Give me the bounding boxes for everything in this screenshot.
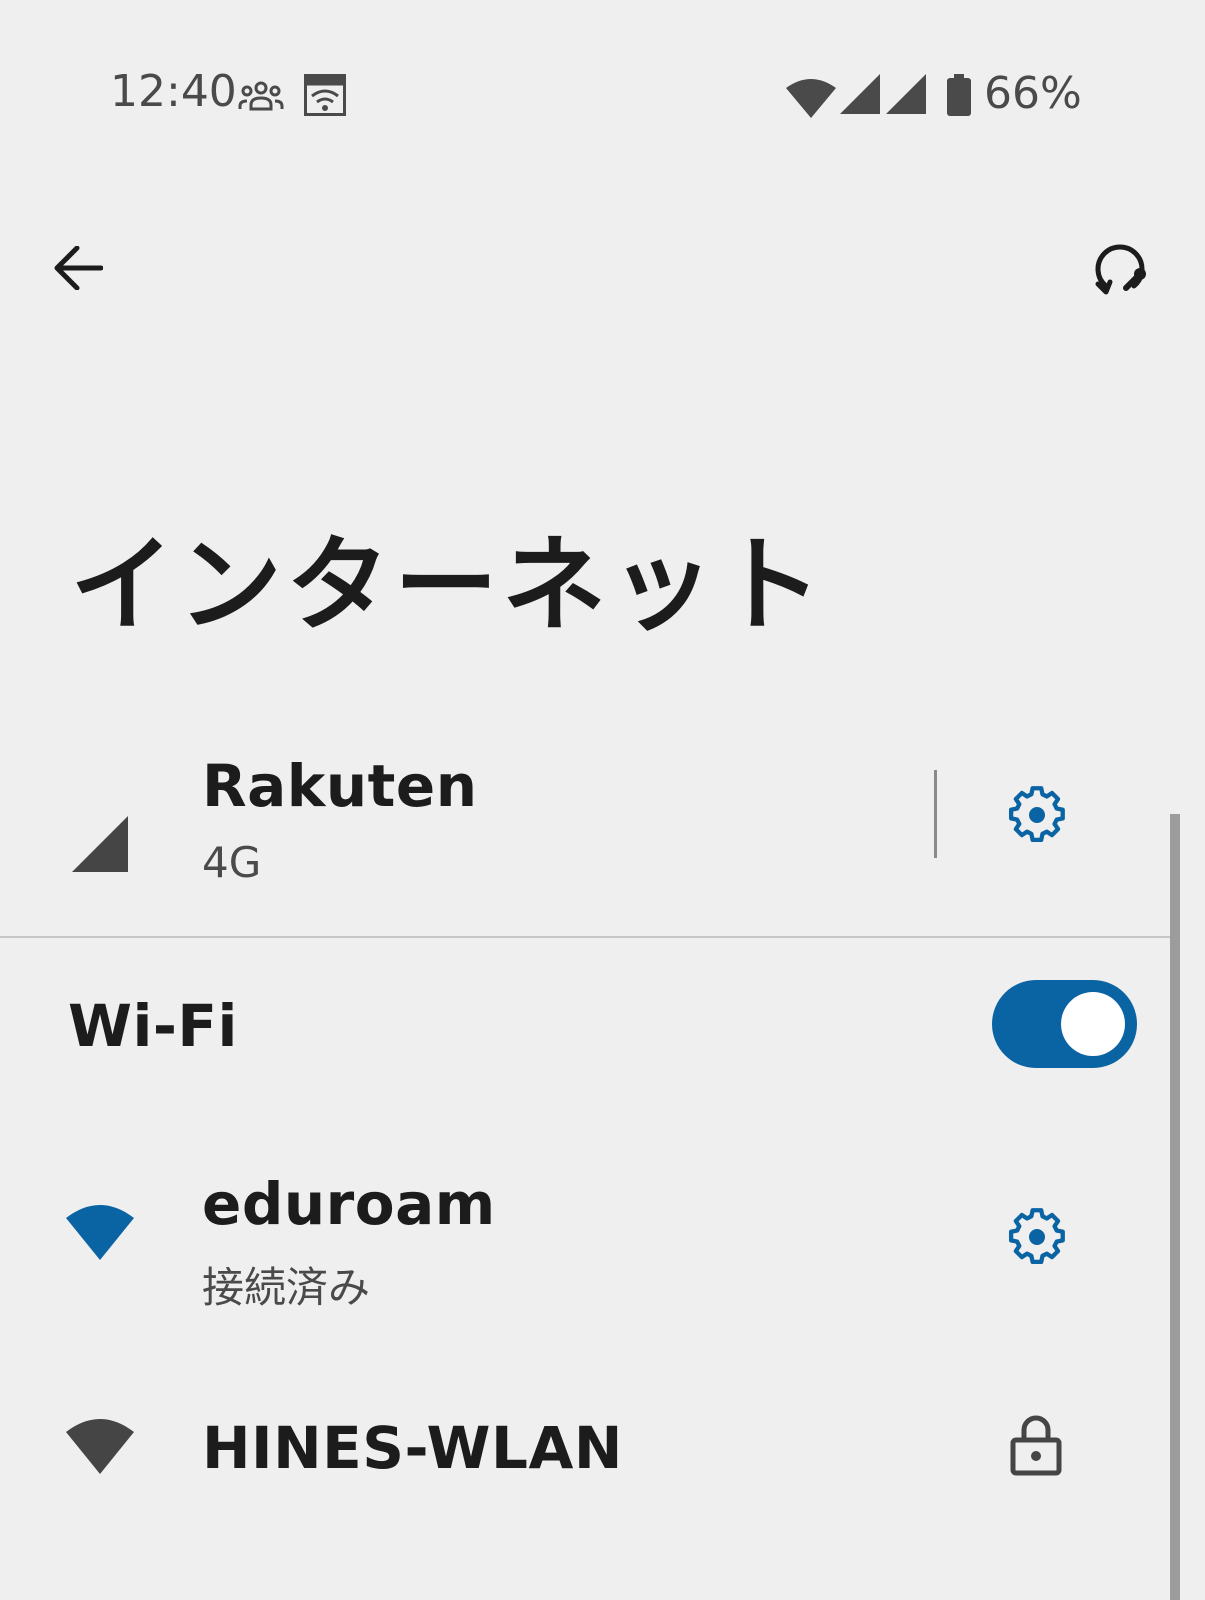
- back-button[interactable]: [40, 230, 116, 306]
- wifi-network-name: eduroam: [202, 1170, 496, 1238]
- vertical-divider: [934, 770, 937, 858]
- wifi-icon: [66, 1205, 134, 1260]
- wifi-status-icon: [786, 79, 836, 118]
- page-title: インターネット: [70, 524, 827, 646]
- gear-icon: [1008, 1208, 1065, 1265]
- arrow-left-icon: [54, 246, 103, 290]
- people-icon: [238, 81, 284, 111]
- wifi-switch[interactable]: [992, 980, 1137, 1068]
- battery-percentage: 66%: [984, 68, 1082, 119]
- wifi-label: Wi-Fi: [68, 992, 238, 1060]
- wifi-network-status: 接続済み: [202, 1263, 371, 1312]
- lock-icon: [1010, 1415, 1062, 1476]
- mobile-network-name: Rakuten: [202, 752, 478, 820]
- cell-signal-icon: [72, 816, 128, 872]
- wifi-toggle-row[interactable]: Wi-Fi: [0, 970, 1180, 1080]
- wifi-switch-knob: [1061, 992, 1125, 1056]
- network-reset-icon: [1095, 244, 1146, 295]
- mobile-settings-button[interactable]: [996, 774, 1078, 856]
- signal-1-icon: [840, 74, 880, 114]
- mobile-network-type: 4G: [202, 838, 262, 887]
- gear-icon: [1008, 786, 1065, 843]
- wifi-icon: [66, 1419, 134, 1474]
- wifi-network-name: HINES-WLAN: [202, 1414, 623, 1482]
- scrollbar[interactable]: [1170, 814, 1180, 1600]
- network-reset-button[interactable]: [1080, 232, 1160, 312]
- wifi-network-row[interactable]: eduroam 接続済み: [0, 1150, 1180, 1320]
- mobile-network-row[interactable]: Rakuten 4G: [0, 730, 1180, 930]
- battery-icon: [947, 74, 971, 116]
- network-settings-button[interactable]: [996, 1196, 1078, 1278]
- wifi-network-row[interactable]: HINES-WLAN: [0, 1390, 1180, 1510]
- section-divider: [0, 936, 1180, 938]
- au-wifi-icon: [304, 74, 346, 116]
- status-time: 12:40: [110, 66, 237, 117]
- signal-2-icon: [886, 74, 926, 114]
